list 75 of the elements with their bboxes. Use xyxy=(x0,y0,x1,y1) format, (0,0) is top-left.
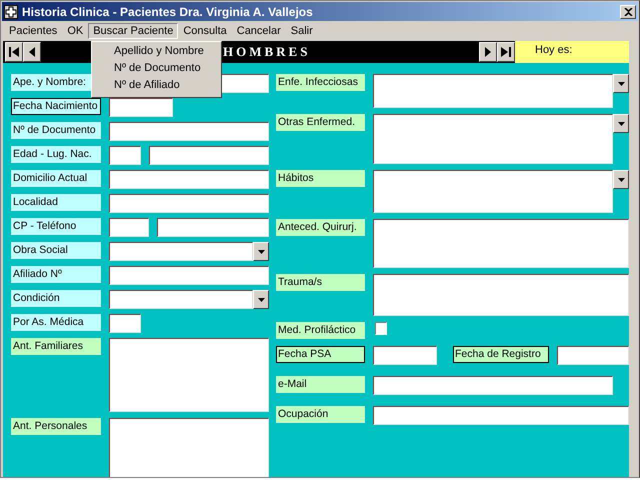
text-field[interactable] xyxy=(149,146,269,165)
text-area[interactable] xyxy=(373,74,613,108)
skip-back-icon xyxy=(8,46,20,58)
field-label: Obra Social xyxy=(11,242,101,259)
caret-icon xyxy=(618,178,624,182)
date-field[interactable] xyxy=(373,346,437,365)
dropdown-button[interactable] xyxy=(253,242,269,261)
combo-box[interactable] xyxy=(109,242,269,261)
field-label: Fecha PSA xyxy=(276,346,365,363)
text-field[interactable] xyxy=(109,314,141,333)
menu-item[interactable]: Apellido y Nombre xyxy=(92,43,221,60)
menu-item[interactable]: OK xyxy=(62,23,88,39)
close-button[interactable] xyxy=(620,4,636,18)
field-label: Afiliado Nº xyxy=(11,266,101,283)
skip-forward-icon xyxy=(500,46,512,58)
dropdown-button[interactable] xyxy=(613,114,629,133)
text-field[interactable] xyxy=(373,376,613,395)
menu-item[interactable]: Nº de Documento xyxy=(92,60,221,77)
field-label: Enfe. Infecciosas xyxy=(276,74,365,91)
menu-item[interactable]: Consulta xyxy=(178,23,232,39)
field-label: Anteced. Quirurj. xyxy=(276,219,365,236)
field-label: Nº de Documento xyxy=(11,122,101,139)
text-field[interactable] xyxy=(109,122,269,141)
caret-icon xyxy=(258,250,264,254)
date-field[interactable] xyxy=(557,346,629,365)
previous-record-button[interactable] xyxy=(23,42,41,62)
next-record-button[interactable] xyxy=(479,42,497,62)
field-label: Ant. Personales xyxy=(11,418,101,435)
field-label: Condición xyxy=(11,290,101,307)
dropdown-button[interactable] xyxy=(253,290,269,309)
text-area[interactable] xyxy=(373,114,613,164)
date-field[interactable] xyxy=(109,98,173,117)
field-label: Localidad xyxy=(11,194,101,211)
plus-icon xyxy=(4,4,18,18)
menu-item[interactable]: Cancelar xyxy=(232,23,286,39)
field-label: Fecha de Registro xyxy=(453,346,549,363)
menu-item[interactable]: Salir xyxy=(286,23,318,39)
field-label: Por As. Médica xyxy=(11,314,101,331)
field-label: e-Mail xyxy=(276,376,365,393)
field-label: Domicilio Actual xyxy=(11,170,101,187)
text-area[interactable] xyxy=(373,170,613,213)
first-record-button[interactable] xyxy=(5,42,23,62)
field-label: Hábitos xyxy=(276,170,365,187)
text-field[interactable] xyxy=(109,266,269,285)
text-field[interactable] xyxy=(109,218,149,237)
close-icon xyxy=(624,8,632,16)
field-label: Otras Enfermed. xyxy=(276,114,365,131)
caret-icon xyxy=(618,122,624,126)
field-label: Edad - Lug. Nac. xyxy=(11,146,101,163)
dropdown-button[interactable] xyxy=(613,74,629,93)
field-label: Trauma/s xyxy=(276,274,365,291)
text-area[interactable] xyxy=(373,274,629,316)
window-title: Historia Clinica - Pacientes Dra. Virginia A. Vallejos xyxy=(22,4,314,18)
field-label: Fecha Nacimiento xyxy=(11,98,101,115)
field-label: CP - Teléfono xyxy=(11,218,101,235)
checkbox[interactable] xyxy=(375,322,387,335)
today-label: Hoy es: xyxy=(535,44,572,56)
text-field[interactable] xyxy=(109,146,141,165)
field-label: Ocupación xyxy=(276,406,365,423)
text-field[interactable] xyxy=(373,406,629,425)
record-bar-title: HOMBRES xyxy=(223,44,310,60)
combo-box[interactable] xyxy=(109,290,269,309)
caret-icon xyxy=(258,298,264,302)
text-area[interactable] xyxy=(109,418,269,477)
text-field[interactable] xyxy=(109,170,269,189)
last-record-button[interactable] xyxy=(497,42,515,62)
dropdown-button[interactable] xyxy=(613,170,629,189)
field-label: Ant. Familiares xyxy=(11,338,101,355)
text-field[interactable] xyxy=(157,218,269,237)
caret-icon xyxy=(618,82,624,86)
menu-item[interactable]: Buscar Paciente xyxy=(88,23,178,39)
menu-item[interactable]: Pacientes xyxy=(4,23,62,39)
text-area[interactable] xyxy=(373,219,629,268)
text-field[interactable] xyxy=(109,194,269,213)
field-label: Med. Profiláctico xyxy=(276,322,365,339)
